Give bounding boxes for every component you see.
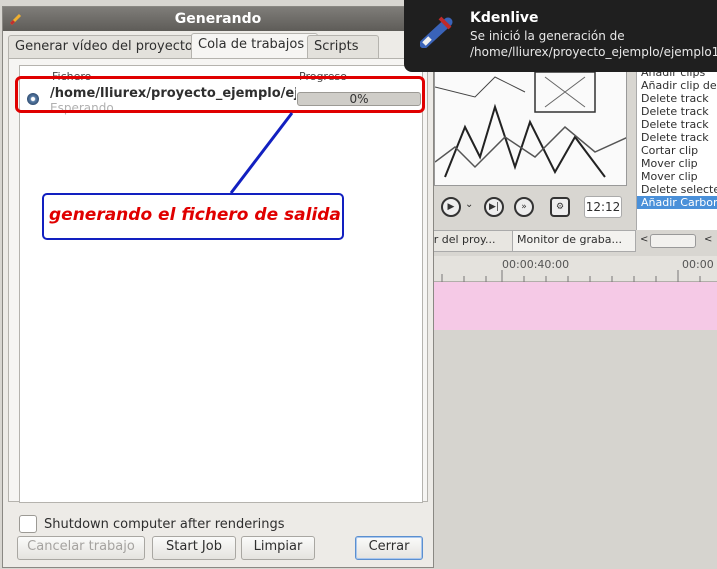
undo-history-item[interactable]: Delete track: [637, 105, 717, 118]
start-job-button[interactable]: Start Job: [152, 536, 236, 560]
undo-history-item[interactable]: Mover clip: [637, 157, 717, 170]
kdenlive-notification-icon: [420, 16, 453, 48]
scroll-right-icon[interactable]: <: [704, 234, 712, 245]
notification-title: Kdenlive: [470, 10, 539, 26]
desktop-notification[interactable]: Kdenlive Se inició la generación de /hom…: [404, 0, 717, 72]
shutdown-checkbox[interactable]: [19, 515, 37, 533]
tab-record-monitor[interactable]: Monitor de graba...: [512, 230, 636, 252]
undo-history-item[interactable]: Añadir Carbon: [637, 196, 717, 209]
tab-scripts[interactable]: Scripts: [307, 35, 379, 58]
undo-history-item[interactable]: Delete track: [637, 131, 717, 144]
timeline-ruler[interactable]: 00:00:40:00 00:00: [434, 256, 717, 282]
clip-monitor[interactable]: [434, 66, 627, 186]
job-highlight-box: [15, 76, 425, 113]
dialog-title: Generando: [174, 11, 262, 27]
monitor-settings-gear-icon[interactable]: ⚙: [550, 197, 570, 217]
job-list[interactable]: Fichero Progreso /home/lliurex/proyecto_…: [19, 65, 423, 503]
dialog-tabs: Generar vídeo del proyecto Cola de traba…: [8, 33, 428, 59]
undo-history-item[interactable]: Delete selecte: [637, 183, 717, 196]
ruler-label: 00:00: [682, 258, 714, 271]
undo-history-item[interactable]: Delete track: [637, 92, 717, 105]
monitor-tabs: or del proy... Monitor de graba...: [422, 228, 636, 252]
undo-horizontal-scrollbar[interactable]: < <: [638, 232, 717, 250]
play-icon[interactable]: ▶: [441, 197, 461, 217]
kdenlive-app-icon: [9, 13, 22, 26]
cancel-job-button[interactable]: Cancelar trabajo: [17, 536, 145, 560]
ruler-ticks: [441, 270, 701, 282]
scrollbar-thumb[interactable]: [650, 234, 696, 248]
undo-history-list[interactable]: Añadir clips Añadir clip de Delete track De…: [636, 66, 717, 230]
tab-project-monitor[interactable]: or del proy...: [422, 230, 518, 252]
tab-job-queue[interactable]: Cola de trabajos: [191, 33, 318, 59]
monitor-frame-image: [435, 67, 626, 185]
undo-history-item[interactable]: Delete track: [637, 118, 717, 131]
tab-render-project[interactable]: Generar vídeo del proyecto: [8, 35, 202, 58]
play-menu-chevron-icon[interactable]: ⌄: [465, 199, 473, 210]
job-queue-panel: Fichero Progreso /home/lliurex/proyecto_…: [8, 58, 428, 503]
clear-button[interactable]: Limpiar: [241, 536, 315, 560]
ruler-label: 00:00:40:00: [502, 258, 570, 271]
annotation-callout: generando el fichero de salida: [42, 193, 344, 240]
undo-history-item[interactable]: Cortar clip: [637, 144, 717, 157]
dialog-titlebar[interactable]: Generando: [3, 7, 433, 31]
timeline-clip[interactable]: [434, 282, 717, 330]
undo-history-item[interactable]: Añadir clip de: [637, 79, 717, 92]
fast-forward-icon[interactable]: »: [514, 197, 534, 217]
next-frame-icon[interactable]: ▶|: [484, 197, 504, 217]
notification-body: Se inició la generación de /home/lliurex…: [470, 29, 717, 59]
timeline-empty-area: [434, 330, 717, 569]
undo-history-item[interactable]: Mover clip: [637, 170, 717, 183]
scroll-left-icon[interactable]: <: [640, 234, 648, 245]
monitor-timecode[interactable]: 12:12: [584, 196, 622, 218]
shutdown-label[interactable]: Shutdown computer after renderings: [44, 517, 285, 532]
close-button[interactable]: Cerrar: [355, 536, 423, 560]
